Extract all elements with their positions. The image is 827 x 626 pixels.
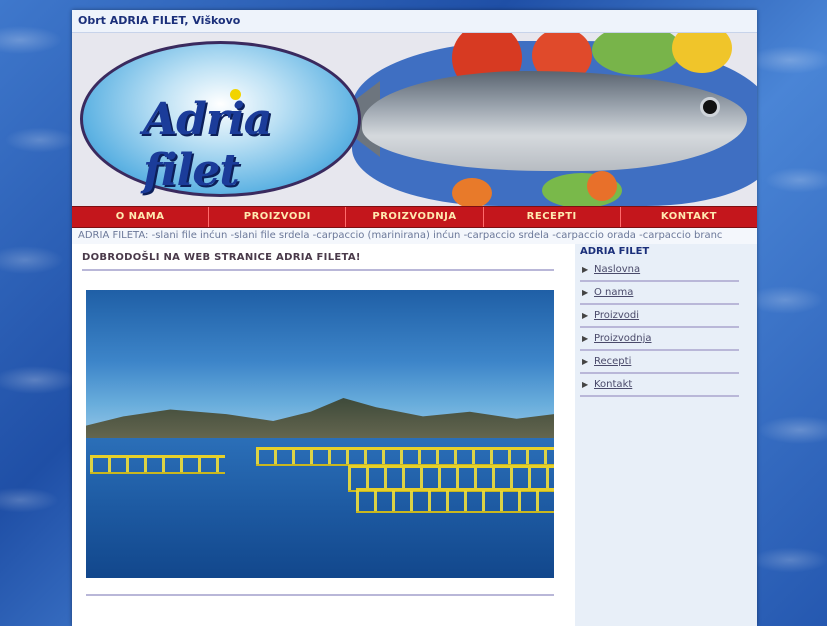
fish-cage xyxy=(356,488,554,513)
sidebar-item-proizvodi[interactable]: ▶ Proizvodi xyxy=(580,305,739,328)
sidebar-item-label: Kontakt xyxy=(594,379,633,390)
products-ticker: ADRIA FILETA: -slani file inćun -slani f… xyxy=(72,228,757,244)
header-banner: Adria filet xyxy=(72,33,757,206)
fish-eye xyxy=(700,97,720,117)
sidebar-item-kontakt[interactable]: ▶ Kontakt xyxy=(580,374,739,397)
sidebar-item-recepti[interactable]: ▶ Recepti xyxy=(580,351,739,374)
sidebar-item-label: O nama xyxy=(594,287,634,298)
main-column: DOBRODOŠLI NA WEB STRANICE ADRIA FILETA! xyxy=(82,244,554,596)
logo[interactable]: Adria filet xyxy=(80,41,361,197)
arrow-right-icon: ▶ xyxy=(582,288,589,297)
sidebar-item-naslovna[interactable]: ▶ Naslovna xyxy=(580,259,739,282)
logo-text: Adria filet xyxy=(143,94,272,196)
divider xyxy=(86,594,554,596)
fish-cage xyxy=(256,447,554,466)
nav-item-recepti[interactable]: RECEPTI xyxy=(484,207,621,227)
nav-item-kontakt[interactable]: KONTAKT xyxy=(621,207,757,227)
sidebar-title: ADRIA FILET xyxy=(580,246,650,257)
arrow-right-icon: ▶ xyxy=(582,380,589,389)
carrot-image xyxy=(587,171,617,201)
sidebar-item-label: Proizvodi xyxy=(594,310,640,321)
arrow-right-icon: ▶ xyxy=(582,311,589,320)
welcome-heading: DOBRODOŠLI NA WEB STRANICE ADRIA FILETA! xyxy=(82,244,554,271)
fish-image xyxy=(362,71,747,171)
fish-cage xyxy=(90,455,225,474)
sidebar-item-proizvodnja[interactable]: ▶ Proizvodnja xyxy=(580,328,739,351)
sidebar-item-label: Naslovna xyxy=(594,264,641,275)
page-container: Obrt ADRIA FILET, Viškovo Adria filet O … xyxy=(72,10,757,626)
content-area: DOBRODOŠLI NA WEB STRANICE ADRIA FILETA!… xyxy=(72,244,757,626)
sidebar-item-label: Recepti xyxy=(594,356,632,367)
nav-item-o-nama[interactable]: O NAMA xyxy=(72,207,210,227)
arrow-right-icon: ▶ xyxy=(582,334,589,343)
sidebar: ADRIA FILET ▶ Naslovna ▶ O nama ▶ Proizvodi… xyxy=(575,244,757,626)
arrow-right-icon: ▶ xyxy=(582,265,589,274)
fish-farm-photo xyxy=(86,290,554,578)
nav-item-proizvodi[interactable]: PROIZVODI xyxy=(209,207,347,227)
sidebar-links: ▶ Naslovna ▶ O nama ▶ Proizvodi ▶ Proizvodnj… xyxy=(575,259,757,397)
logo-dot xyxy=(230,89,241,100)
company-line: Obrt ADRIA FILET, Viškovo xyxy=(72,10,757,33)
sidebar-item-o-nama[interactable]: ▶ O nama xyxy=(580,282,739,305)
nav-item-proizvodnja[interactable]: PROIZVODNJA xyxy=(346,207,484,227)
arrow-right-icon: ▶ xyxy=(582,357,589,366)
sidebar-item-label: Proizvodnja xyxy=(594,333,652,344)
carrot-image xyxy=(452,178,492,206)
main-nav: O NAMA PROIZVODI PROIZVODNJA RECEPTI KON… xyxy=(72,206,757,228)
